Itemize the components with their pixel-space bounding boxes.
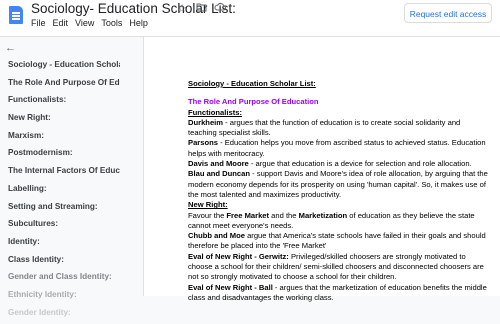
outline-item[interactable]: Setting and Streaming: [8,201,120,219]
outline-item[interactable]: Subcultures: [8,218,120,236]
menu-help[interactable]: Help [129,18,148,28]
paragraph-text: - argues that the function of education … [188,117,461,138]
outline-list: Sociology - Education Schola... The Role… [8,59,120,324]
outline-item[interactable]: Gender and Class Identity: [8,271,120,289]
section-heading: The Role And Purpose Of Education [188,97,319,107]
paragraph-gerwitz: Eval of New Right - Gerwitz: Privileged/… [188,252,488,283]
scholar-name: Durkheim [188,117,224,127]
title-icons: ☆ [176,2,226,16]
paragraph-text: - Education helps you move from ascribed… [188,138,486,158]
paragraph-blau-duncan: Blau and Duncan - support Davis and Moor… [188,169,488,200]
paragraph-ball: Eval of New Right - Ball - argues that t… [188,283,488,304]
document-body: Sociology - Education Scholar List: The … [188,79,488,303]
outline-item[interactable]: Identity: [8,236,120,254]
request-edit-access-button[interactable]: Request edit access [404,3,492,23]
back-arrow-icon[interactable]: ← [5,42,16,54]
star-icon[interactable]: ☆ [176,2,188,16]
paragraph-davis-moore: Davis and Moore - argue that education i… [188,159,488,169]
menu-view[interactable]: View [75,18,94,28]
scholar-name: Chubb and Moe [188,231,245,241]
scholar-name: Blau and Duncan [188,169,251,179]
outline-item[interactable]: Class Identity: [8,254,120,272]
menu-file[interactable]: File [31,18,46,28]
paragraph-durkheim: Durkheim - argues that the function of e… [188,118,488,139]
paragraph-text: and the [269,210,299,220]
outline-item[interactable]: Gender Identity: [8,307,120,324]
doc-heading: Sociology - Education Scholar List: [188,79,316,88]
paragraph-text: - argue that education is a device for s… [248,159,472,169]
outline-item[interactable]: Functionalists: [8,94,120,112]
outline-item[interactable]: The Internal Factors Of Educa... [8,165,120,183]
outline-item[interactable]: New Right: [8,112,120,130]
outline-item[interactable]: Labelling: [8,183,120,201]
folder-move-icon[interactable] [195,2,207,16]
new-right-heading: New Right: [188,200,228,210]
outline-item[interactable]: The Role And Purpose Of Educ... [8,77,120,95]
outline-item[interactable]: Ethnicity Identity: [8,289,120,307]
paragraph-text: Favour the [188,210,227,220]
scholar-name: Eval of New Right - Ball [188,282,273,292]
cloud-status-icon[interactable] [214,2,226,16]
doc-header: Sociology- Education Scholar List: ☆ Fil… [0,0,500,36]
paragraph-parsons: Parsons - Education helps you move from … [188,138,488,159]
document-page: Sociology - Education Scholar List: The … [143,37,500,302]
scholar-name: Davis and Moore [188,159,249,169]
menu-bar: File Edit View Tools Help [31,18,155,28]
scholar-name: Parsons [188,138,218,148]
outline-item[interactable]: Marxism: [8,130,120,148]
paragraph-chubb-moe: Chubb and Moe argue that America's state… [188,231,488,252]
functionalists-heading: Functionalists: [188,107,243,117]
scholar-name: Eval of New Right - Gerwitz: [188,251,289,261]
key-term: Marketization [298,210,348,220]
document-outline: ← Sociology - Education Schola... The Ro… [0,37,128,317]
menu-tools[interactable]: Tools [101,18,122,28]
paragraph-new-right: Favour the Free Market and the Marketiza… [188,211,488,232]
outline-item[interactable]: Postmodernism: [8,147,120,165]
menu-edit[interactable]: Edit [53,18,69,28]
outline-item[interactable]: Sociology - Education Schola... [8,59,120,77]
key-term: Free Market [226,210,270,220]
docs-logo-icon[interactable] [9,6,23,24]
